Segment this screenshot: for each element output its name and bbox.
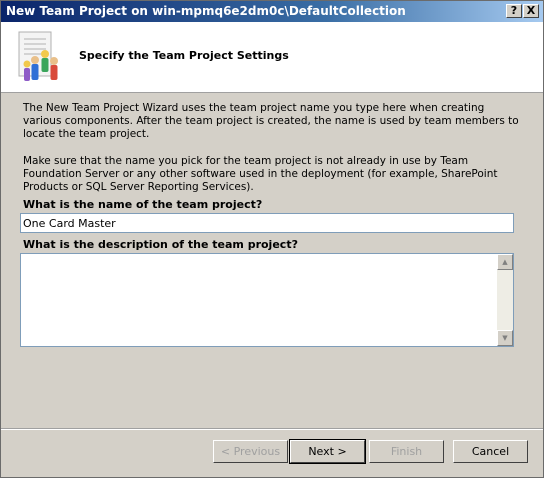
project-description-label: What is the description of the team proj… [23,238,298,251]
team-wizard-icon [18,31,58,81]
previous-button[interactable]: < Previous [213,440,288,463]
project-description-textarea[interactable]: ▲ ▼ [20,253,514,347]
help-button[interactable]: ? [506,4,522,18]
scroll-down-arrow-icon[interactable]: ▼ [497,330,513,346]
next-button[interactable]: Next > [289,439,366,464]
finish-button[interactable]: Finish [369,440,444,463]
window-title: New Team Project on win-mpmq6e2dm0c\Defa… [6,4,406,18]
description-scrollbar[interactable]: ▲ ▼ [497,254,513,346]
cancel-button[interactable]: Cancel [453,440,528,463]
wizard-header: Specify the Team Project Settings [1,22,543,93]
project-name-input[interactable] [20,213,514,233]
project-name-label: What is the name of the team project? [23,198,263,211]
close-button[interactable]: X [523,4,539,18]
page-title: Specify the Team Project Settings [79,49,289,62]
intro-paragraph: The New Team Project Wizard uses the tea… [23,102,519,140]
title-bar[interactable]: New Team Project on win-mpmq6e2dm0c\Defa… [1,1,543,22]
new-team-project-dialog: New Team Project on win-mpmq6e2dm0c\Defa… [0,0,544,478]
scroll-up-arrow-icon[interactable]: ▲ [497,254,513,270]
warning-paragraph: Make sure that the name you pick for the… [23,155,498,193]
button-separator [1,428,543,430]
